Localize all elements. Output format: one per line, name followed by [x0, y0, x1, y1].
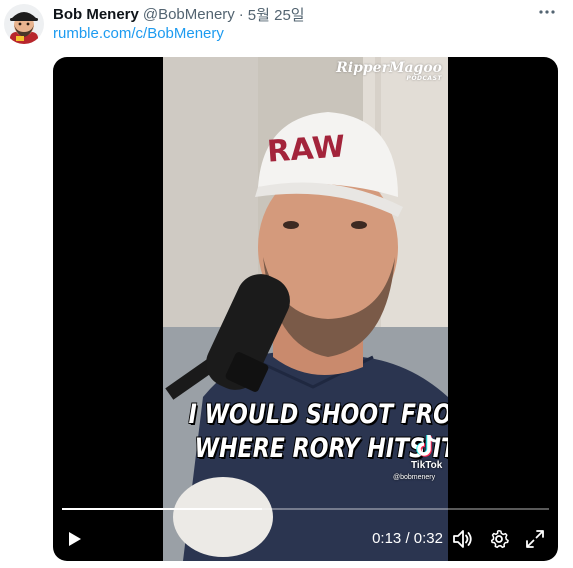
- avatar[interactable]: [4, 4, 44, 44]
- tweet-link[interactable]: rumble.com/c/BobMenery: [53, 25, 224, 42]
- hat-text: RAW: [266, 129, 346, 167]
- duration: 0:32: [413, 530, 443, 547]
- user-handle[interactable]: @BobMenery: [143, 6, 235, 23]
- play-button[interactable]: [57, 521, 93, 557]
- time-display: 0:13 / 0:32: [372, 530, 443, 547]
- current-time: 0:13: [372, 530, 402, 547]
- progress-fill: [62, 508, 262, 510]
- tiktok-logo-icon: [416, 435, 437, 457]
- tweet-date[interactable]: 5월 25일: [248, 4, 305, 25]
- gear-icon: [490, 529, 509, 549]
- video-frame: RAW RipperMagoo PODCAST I WOULD SHOOT FR…: [163, 57, 448, 561]
- tiktok-label: TikTok: [411, 460, 443, 471]
- watermark-subtitle: PODCAST: [406, 75, 442, 82]
- separator-dot: ·: [238, 5, 244, 23]
- progress-bar[interactable]: [62, 508, 549, 510]
- fullscreen-button[interactable]: [523, 527, 547, 551]
- tiktok-username: @bobmenery: [393, 474, 436, 481]
- more-horizontal-icon: [539, 10, 555, 14]
- tweet-header: Bob Menery @BobMenery · 5월 25일: [53, 4, 305, 24]
- caption-line-2: WHERE RORY HITS IT: [194, 433, 448, 464]
- video-player[interactable]: RAW RipperMagoo PODCAST I WOULD SHOOT FR…: [53, 57, 558, 561]
- settings-button[interactable]: [487, 527, 511, 551]
- more-options-button[interactable]: [535, 2, 559, 22]
- display-name[interactable]: Bob Menery: [53, 6, 139, 23]
- volume-button[interactable]: [451, 527, 475, 551]
- hat-logo: RAW: [266, 129, 346, 167]
- avatar-image: [4, 4, 44, 44]
- play-icon: [69, 532, 81, 546]
- time-separator: /: [405, 530, 410, 547]
- watermark-title: RipperMagoo: [336, 60, 442, 76]
- podcast-watermark: RipperMagoo PODCAST: [336, 61, 442, 82]
- volume-icon: [453, 530, 472, 548]
- caption-line-1: I WOULD SHOOT FROM: [188, 399, 448, 430]
- fullscreen-icon: [526, 530, 544, 548]
